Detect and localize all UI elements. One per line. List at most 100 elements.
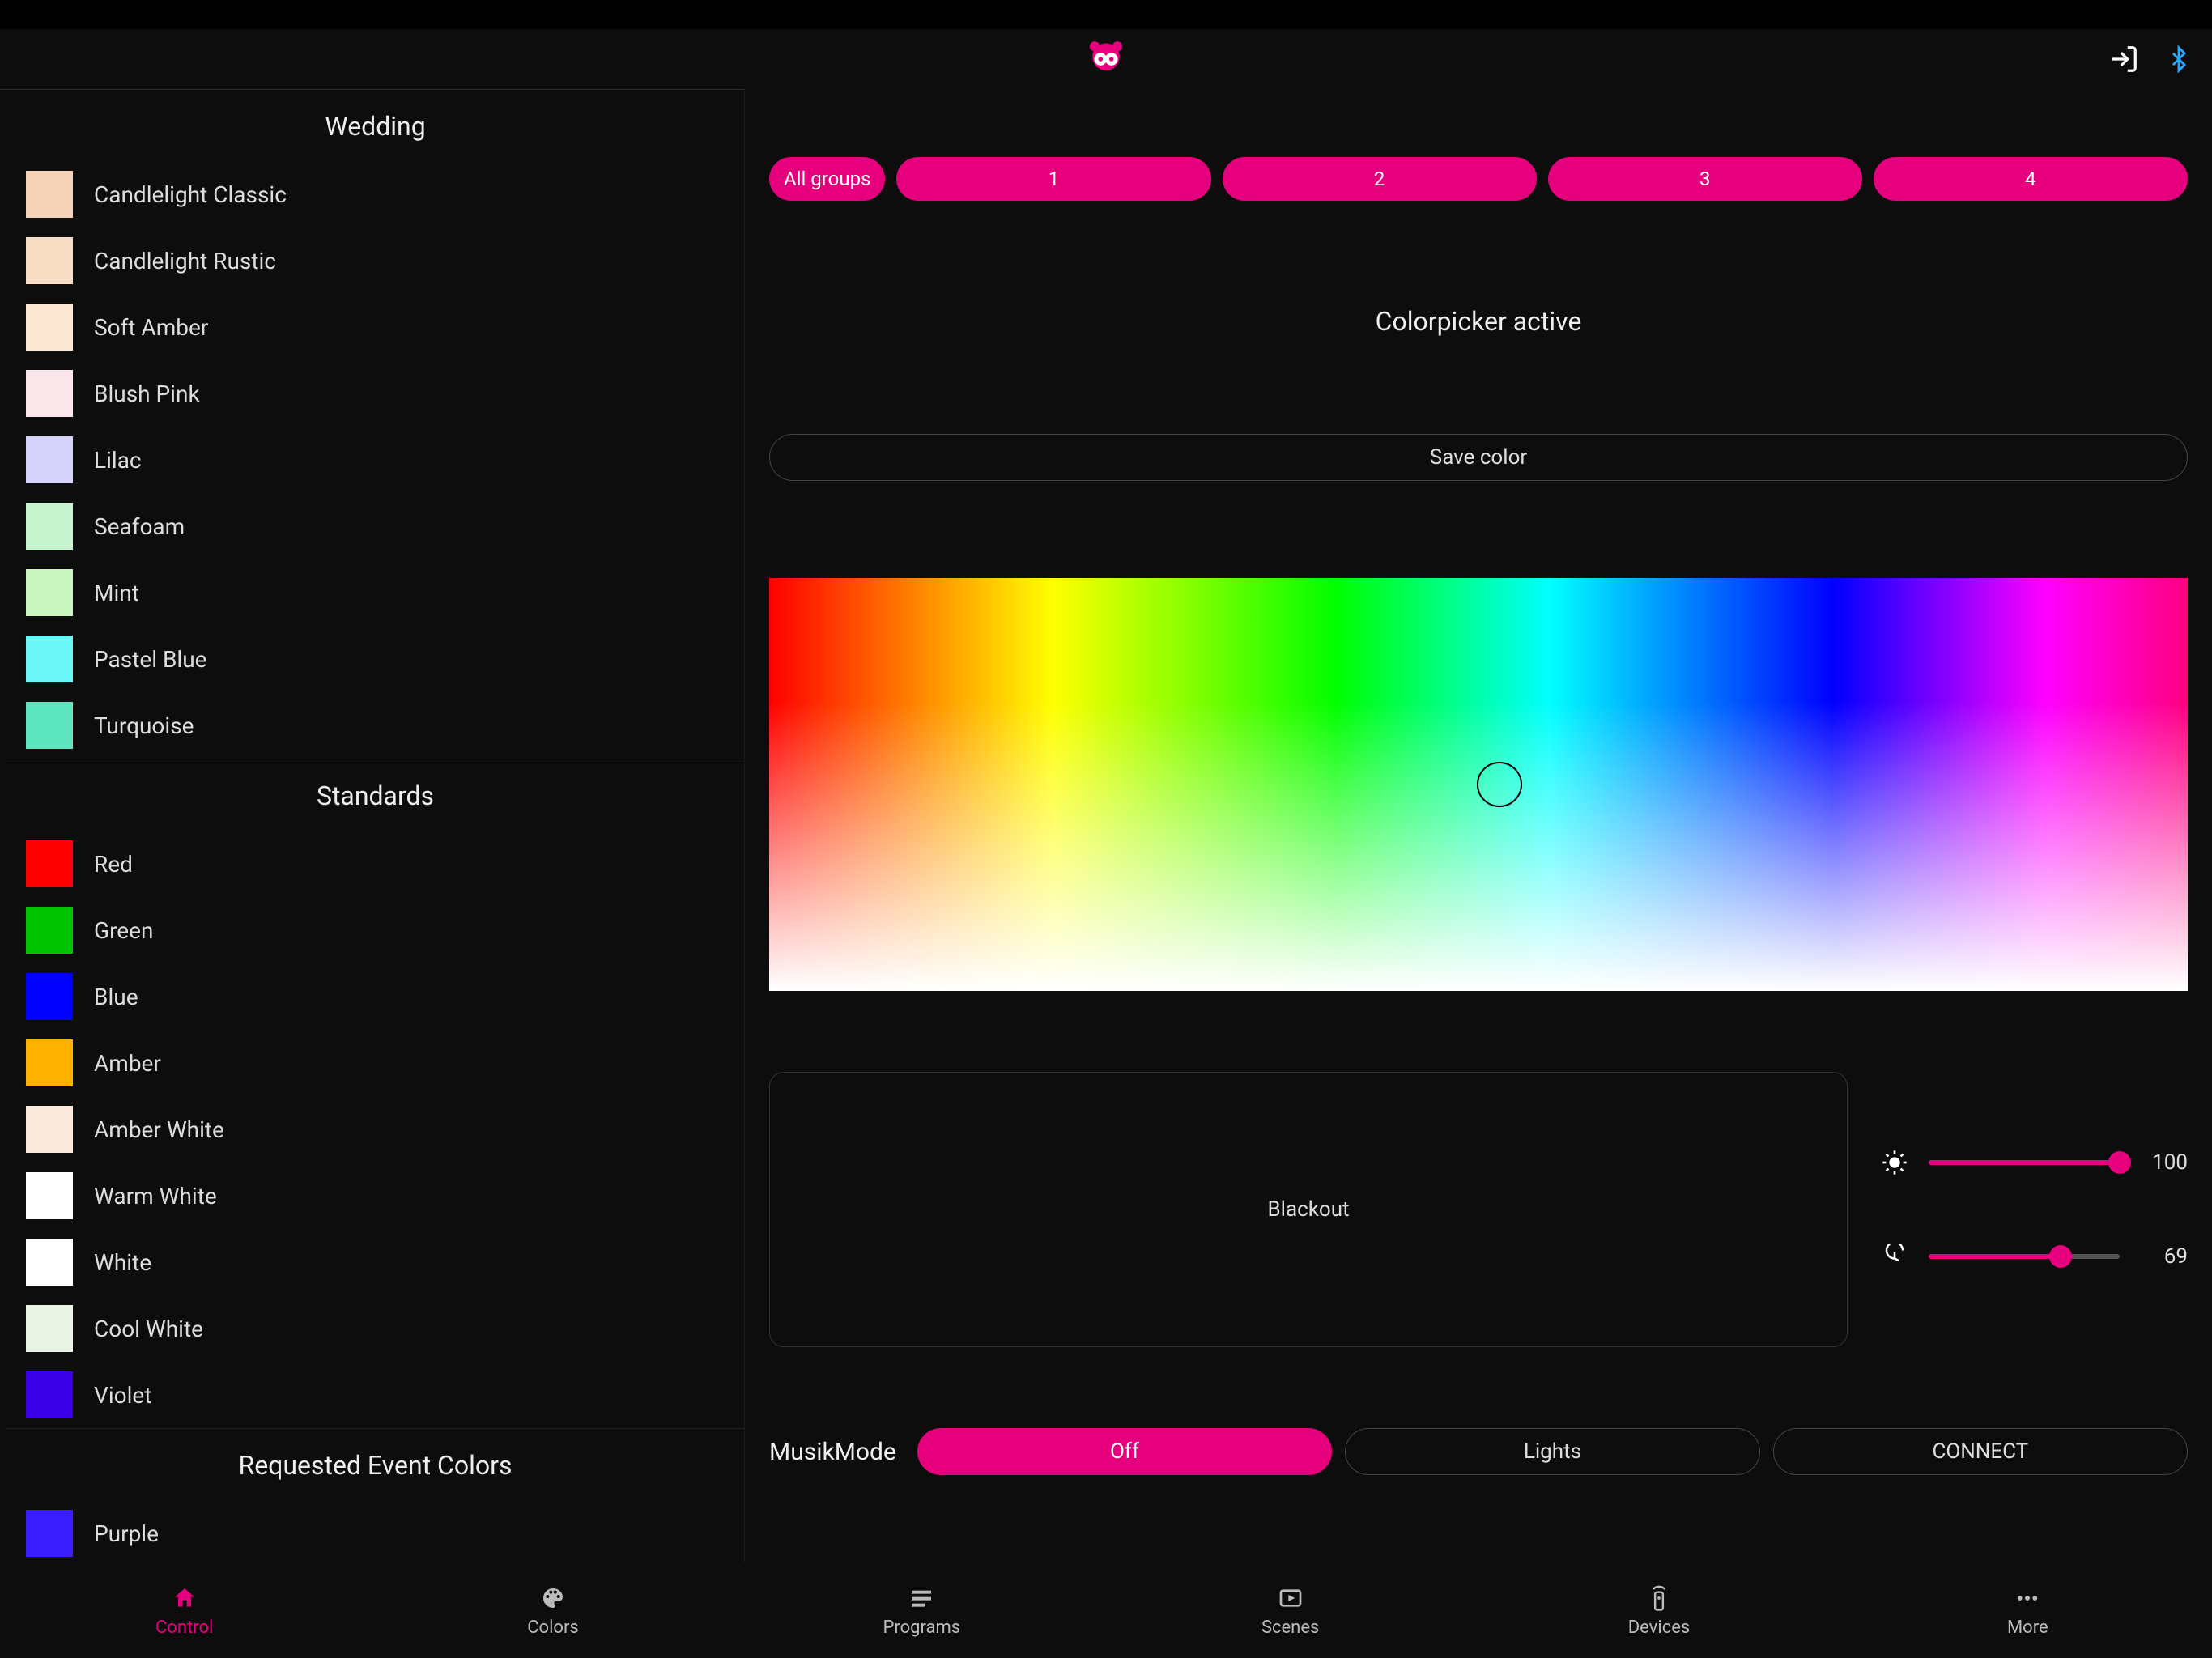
preset-color-label: Blue [94, 984, 138, 1010]
preset-color-row[interactable]: Blue [6, 963, 744, 1030]
nav-label: Programs [883, 1618, 960, 1638]
preset-color-row[interactable]: Soft Amber [6, 294, 744, 360]
color-swatch [26, 237, 73, 284]
nav-more[interactable]: More [1844, 1562, 2212, 1658]
color-cursor[interactable] [1477, 762, 1522, 807]
color-swatch [26, 1371, 73, 1418]
nav-scenes[interactable]: Scenes [1106, 1562, 1474, 1658]
preset-color-row[interactable]: Candlelight Rustic [6, 227, 744, 294]
home-icon [170, 1584, 199, 1613]
preset-color-label: Seafoam [94, 513, 185, 540]
preset-color-label: Mint [94, 580, 139, 606]
brightness-value: 100 [2139, 1150, 2188, 1175]
preset-color-row[interactable]: Green [6, 897, 744, 963]
preset-color-row[interactable]: Purple [6, 1500, 744, 1562]
group-pill-4[interactable]: 4 [1874, 157, 2188, 201]
palette-icon [538, 1584, 568, 1613]
color-swatch [26, 973, 73, 1020]
preset-color-label: Candlelight Classic [94, 181, 287, 208]
blackout-label: Blackout [1267, 1197, 1349, 1222]
color-preset-sidebar[interactable]: Wedding Candlelight Classic Candlelight Ru… [0, 89, 745, 1562]
color-swatch [26, 503, 73, 550]
preset-color-label: Cool White [94, 1316, 203, 1342]
top-bar [0, 0, 2212, 89]
color-swatch [26, 840, 73, 887]
group-pill-1[interactable]: 1 [896, 157, 1210, 201]
preset-color-row[interactable]: Amber [6, 1030, 744, 1096]
preset-color-row[interactable]: Mint [6, 559, 744, 626]
nav-control[interactable]: Control [0, 1562, 368, 1658]
preset-color-label: Soft Amber [94, 314, 208, 341]
preset-color-label: Candlelight Rustic [94, 248, 276, 274]
preset-color-label: Violet [94, 1382, 151, 1409]
nav-programs[interactable]: Programs [738, 1562, 1106, 1658]
save-color-button[interactable]: Save color [769, 434, 2188, 481]
preset-color-row[interactable]: Red [6, 831, 744, 897]
preset-color-row[interactable]: Warm White [6, 1163, 744, 1229]
color-swatch [26, 171, 73, 218]
preset-color-label: Amber White [94, 1116, 224, 1143]
preset-color-row[interactable]: Seafoam [6, 493, 744, 559]
color-swatch [26, 907, 73, 954]
group-pill-all[interactable]: All groups [769, 157, 885, 201]
preset-color-row[interactable]: Turquoise [6, 692, 744, 759]
nav-label: Devices [1628, 1618, 1691, 1638]
color-swatch [26, 702, 73, 749]
preset-color-label: Purple [94, 1520, 159, 1547]
music-mode-lights[interactable]: Lights [1345, 1428, 1759, 1475]
color-swatch [26, 1239, 73, 1286]
preset-color-label: Blush Pink [94, 380, 200, 407]
bottom-nav: Control Colors Programs Scenes Devices More [0, 1562, 2212, 1658]
nav-label: Control [155, 1618, 213, 1638]
preset-color-row[interactable]: Amber White [6, 1096, 744, 1163]
preset-group-header: Wedding [6, 90, 744, 161]
blackout-button[interactable]: Blackout [769, 1072, 1848, 1347]
nav-label: Scenes [1261, 1618, 1319, 1638]
preset-color-row[interactable]: Violet [6, 1362, 744, 1428]
preset-color-label: Pastel Blue [94, 646, 207, 673]
preset-group-header: Standards [6, 759, 744, 831]
preset-color-row[interactable]: Pastel Blue [6, 626, 744, 692]
preset-color-label: Lilac [94, 447, 142, 474]
dots-icon [2013, 1584, 2042, 1613]
nav-label: Colors [527, 1618, 579, 1638]
music-mode-connect[interactable]: CONNECT [1773, 1428, 2188, 1475]
preset-color-row[interactable]: Lilac [6, 427, 744, 493]
preset-color-label: Green [94, 917, 153, 944]
speed-value: 69 [2139, 1244, 2188, 1269]
preset-color-label: Turquoise [94, 712, 194, 739]
speed-slider[interactable]: 69 [1880, 1242, 2188, 1271]
color-swatch [26, 1510, 73, 1557]
preset-color-row[interactable]: Cool White [6, 1295, 744, 1362]
play-square-icon [1276, 1584, 1305, 1613]
color-swatch [26, 304, 73, 351]
color-swatch [26, 1172, 73, 1219]
brightness-slider[interactable]: 100 [1880, 1148, 2188, 1177]
group-selector: All groups 1 2 3 4 [769, 157, 2188, 201]
color-swatch [26, 569, 73, 616]
preset-color-row[interactable]: Blush Pink [6, 360, 744, 427]
color-swatch [26, 636, 73, 682]
preset-color-row[interactable]: White [6, 1229, 744, 1295]
preset-color-row[interactable]: Candlelight Classic [6, 161, 744, 227]
app-logo [1082, 35, 1130, 83]
brightness-icon [1880, 1148, 1909, 1177]
preset-color-label: Amber [94, 1050, 161, 1077]
preset-color-label: White [94, 1249, 151, 1276]
nav-colors[interactable]: Colors [368, 1562, 737, 1658]
list-icon [907, 1584, 936, 1613]
nav-devices[interactable]: Devices [1474, 1562, 1843, 1658]
color-swatch [26, 1039, 73, 1086]
nav-label: More [2007, 1618, 2048, 1638]
preset-group-header: Requested Event Colors [6, 1429, 744, 1500]
group-pill-3[interactable]: 3 [1548, 157, 1862, 201]
login-icon[interactable] [2108, 44, 2139, 74]
group-pill-2[interactable]: 2 [1223, 157, 1537, 201]
music-mode-off[interactable]: Off [917, 1428, 1332, 1475]
color-swatch [26, 370, 73, 417]
color-swatch [26, 436, 73, 483]
color-swatch [26, 1305, 73, 1352]
bluetooth-icon[interactable] [2165, 45, 2193, 73]
color-field[interactable] [769, 578, 2188, 991]
main-panel: All groups 1 2 3 4 Colorpicker active Sa… [745, 89, 2212, 1562]
